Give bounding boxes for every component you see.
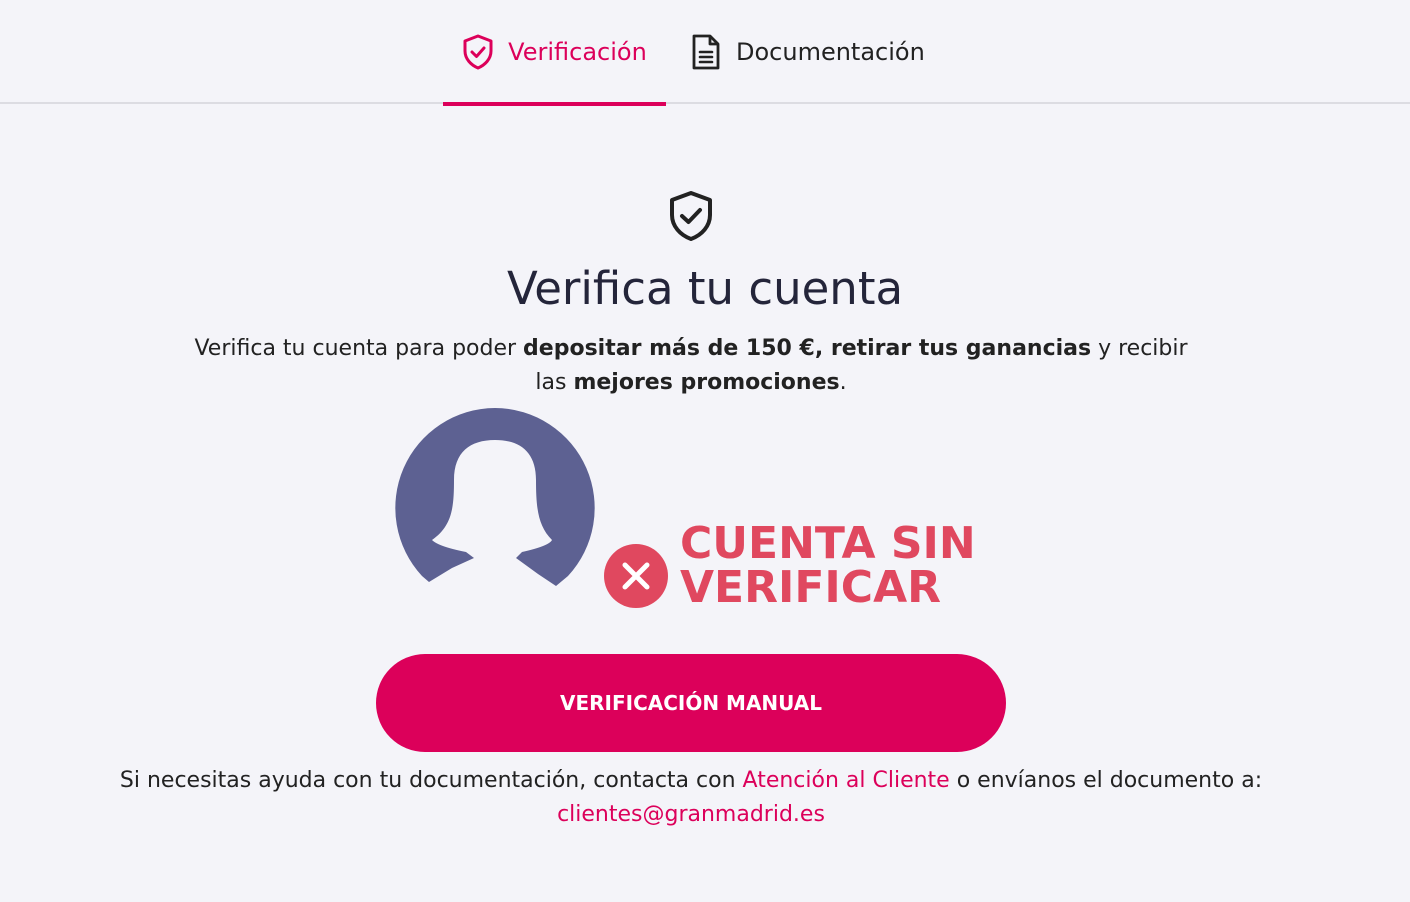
support-email-link[interactable]: clientes@granmadrid.es: [557, 802, 825, 827]
tab-documentation-label: Documentación: [736, 38, 925, 66]
account-status-label: CUENTA SIN VERIFICAR: [680, 522, 976, 610]
help-text: Si necesitas ayuda con tu documentación,…: [100, 764, 1282, 832]
description-text: Verifica tu cuenta para poder: [194, 336, 524, 361]
verification-description: Verifica tu cuenta para poder depositar …: [185, 332, 1197, 400]
customer-support-link[interactable]: Atención al Cliente: [743, 768, 950, 793]
tab-verification[interactable]: Verificación: [443, 0, 666, 106]
tab-bar: Verificación Documentación: [0, 0, 1410, 106]
tab-documentation[interactable]: Documentación: [690, 0, 925, 104]
page-title: Verifica tu cuenta: [506, 262, 904, 315]
status-line: CUENTA SIN: [680, 518, 976, 569]
user-silhouette-icon: [395, 408, 595, 586]
status-line: VERIFICAR: [680, 562, 942, 613]
document-icon: [692, 34, 720, 70]
description-text: .: [839, 370, 847, 395]
description-highlight: mejores promociones: [573, 370, 840, 395]
active-tab-indicator: [443, 102, 666, 106]
shield-check-icon: [670, 191, 712, 241]
description-highlight: depositar más de 150 €, retirar tus gana…: [523, 336, 1092, 361]
help-text-part: Si necesitas ayuda con tu documentación,…: [119, 768, 743, 793]
help-text-part: o envíanos el documento a:: [949, 768, 1263, 793]
manual-verification-button[interactable]: VERIFICACIÓN MANUAL: [376, 654, 1006, 752]
tab-verification-label: Verificación: [508, 38, 647, 66]
close-circle-icon: [604, 544, 668, 608]
shield-check-icon: [463, 34, 493, 70]
